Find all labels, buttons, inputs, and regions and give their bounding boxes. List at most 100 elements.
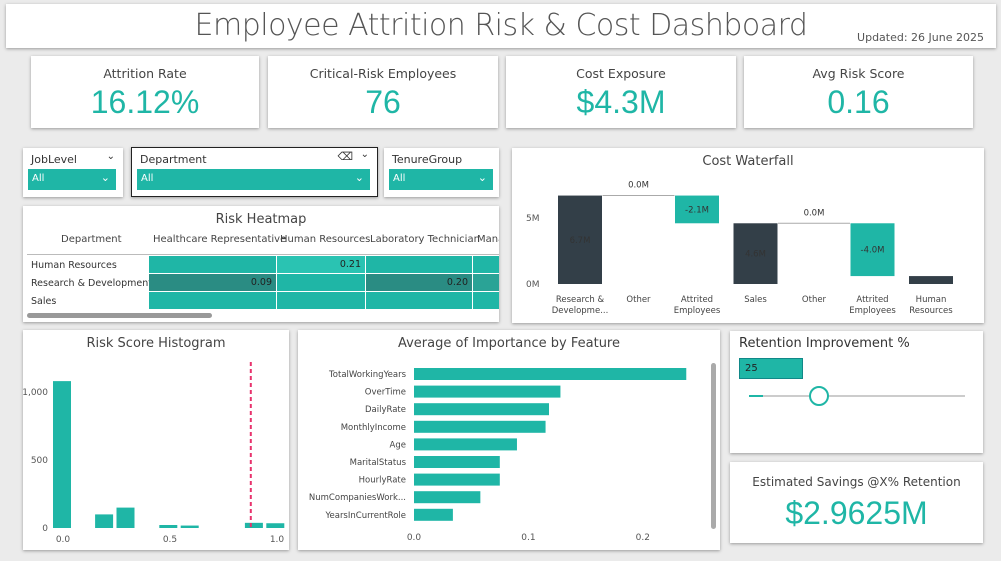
kpi-label: Cost Exposure [576,66,666,81]
heatmap-cell[interactable] [366,292,472,309]
heatmap-cell[interactable] [473,274,499,291]
heatmap-col-header: Healthcare Representative [153,234,287,245]
y-tick: 500 [31,456,48,466]
slider-track[interactable] [749,395,965,397]
vertical-scrollbar[interactable] [711,363,716,529]
x-tick: 0.1 [521,533,535,543]
histogram-bar [180,525,199,528]
slicer-department: Department ⌫ ⌄ All ⌄ [131,147,378,197]
x-tick: Employees [849,306,896,316]
y-tick: NumCompaniesWork... [309,493,406,503]
x-tick: 0.5 [163,535,177,545]
data-label: -4.0M [861,246,885,256]
department-dropdown[interactable]: All ⌄ [137,169,370,190]
slicer-label: TenureGroup [392,153,463,166]
kpi-value: 76 [365,84,401,120]
slicer-label: JobLevel [31,153,77,166]
updated-date: Updated: 26 June 2025 [857,31,984,44]
x-tick: Employees [674,306,721,316]
chevron-down-icon[interactable]: ⌄ [361,149,369,160]
x-tick: Human [916,295,947,305]
kpi-cost-exposure: Cost Exposure $4.3M [506,56,736,128]
histogram-bar [266,523,285,528]
slider-thumb[interactable] [809,386,830,406]
importance-bar [414,420,546,433]
joblevel-dropdown[interactable]: All ⌄ [28,169,116,190]
heatmap-cell[interactable] [473,292,499,309]
heatmap-row-label: Human Resources [31,260,117,271]
slider-fill [749,395,764,397]
heatmap-title: Risk Heatmap [215,212,307,227]
heatmap-cell[interactable]: 0.20 [366,274,472,291]
heatmap-cell[interactable]: 0.21 [277,256,365,273]
horizontal-scrollbar[interactable] [27,313,212,318]
importance-bar [414,473,500,486]
title-bar: Employee Attrition Risk & Cost Dashboard… [6,4,996,48]
feature-importance: Average of Importance by Feature TotalWo… [298,330,720,550]
y-tick: OverTime [365,388,406,398]
data-label: -2.1M [685,205,709,215]
heatmap-col-header: Human Resources [280,234,371,245]
y-tick: Age [390,440,406,450]
x-tick: 1.0 [270,535,285,545]
heatmap-cell[interactable] [149,256,276,273]
histogram-bar [53,381,71,528]
savings-card: Estimated Savings @X% Retention $2.9625M [730,462,983,543]
y-tick: YearsInCurrentRole [324,511,406,521]
y-tick: 0 [42,524,48,534]
chevron-down-icon[interactable]: ⌄ [107,151,115,162]
heatmap-cell[interactable]: 0.09 [149,274,276,291]
x-tick: Attrited [856,295,888,305]
slicer-tenuregroup: TenureGroup All ⌄ [384,148,499,197]
histogram-bar [95,514,114,528]
x-tick: Research & [556,295,605,305]
data-label: 0.0M [804,208,825,218]
heatmap-cell[interactable] [366,256,472,273]
kpi-label: Attrition Rate [103,66,187,81]
importance-chart: TotalWorkingYears OverTime DailyRate Monthl… [309,368,687,543]
chevron-down-icon: ⌄ [100,171,110,184]
data-label: 0.0M [628,181,649,191]
histogram-bar [116,507,135,528]
tenure-dropdown[interactable]: All ⌄ [389,169,493,190]
waterfall-chart: 5M 0M 6.7M Research &Developme... 0.0M Other -… [526,181,953,316]
heatmap-cell[interactable] [149,292,276,309]
kpi-attrition-rate: Attrition Rate 16.12% [31,56,259,128]
importance-bar [414,456,500,468]
importance-bar [414,438,517,451]
slicer-joblevel: JobLevel ⌄ All ⌄ [23,148,123,197]
x-tick: Sales [744,295,767,305]
y-tick: 1,000 [23,388,48,398]
importance-bar [414,508,453,521]
heatmap-cell[interactable] [277,274,365,291]
dashboard-title: Employee Attrition Risk & Cost Dashboard [194,8,808,43]
x-tick: Developme... [552,306,609,316]
y-tick: DailyRate [365,405,406,415]
retention-input[interactable]: 25 [739,358,803,379]
eraser-icon[interactable]: ⌫ [337,150,353,163]
heatmap-cell[interactable] [473,256,499,273]
heatmap-cell[interactable] [277,292,365,309]
x-tick: Other [626,295,651,305]
kpi-value: 0.16 [827,84,890,120]
savings-value: $2.9625M [785,495,928,531]
dropdown-value: All [393,173,406,184]
data-label: 4.6M [745,250,766,260]
data-label: 6.7M [570,236,591,246]
x-tick: 0.0 [56,535,71,545]
x-tick: 0.0 [407,533,422,543]
chevron-down-icon: ⌄ [354,171,364,184]
kpi-avg-risk: Avg Risk Score 0.16 [744,56,973,128]
risk-heatmap: Risk Heatmap Department Healthcare Repre… [23,206,499,322]
x-tick: Resources [909,306,953,316]
y-tick: HourlyRate [359,476,406,486]
kpi-critical-risk: Critical-Risk Employees 76 [268,56,498,128]
heatmap-row-label: Research & Development [31,278,152,289]
importance-bar [414,403,549,416]
divider [27,254,499,255]
y-tick: 0M [526,280,540,290]
heatmap-col-header: Laboratory Technician [370,234,480,245]
x-tick: Attrited [681,295,713,305]
y-tick: 5M [526,214,540,224]
histogram-chart: 1,000 500 0 0.0 0.5 1.0 [23,362,285,545]
